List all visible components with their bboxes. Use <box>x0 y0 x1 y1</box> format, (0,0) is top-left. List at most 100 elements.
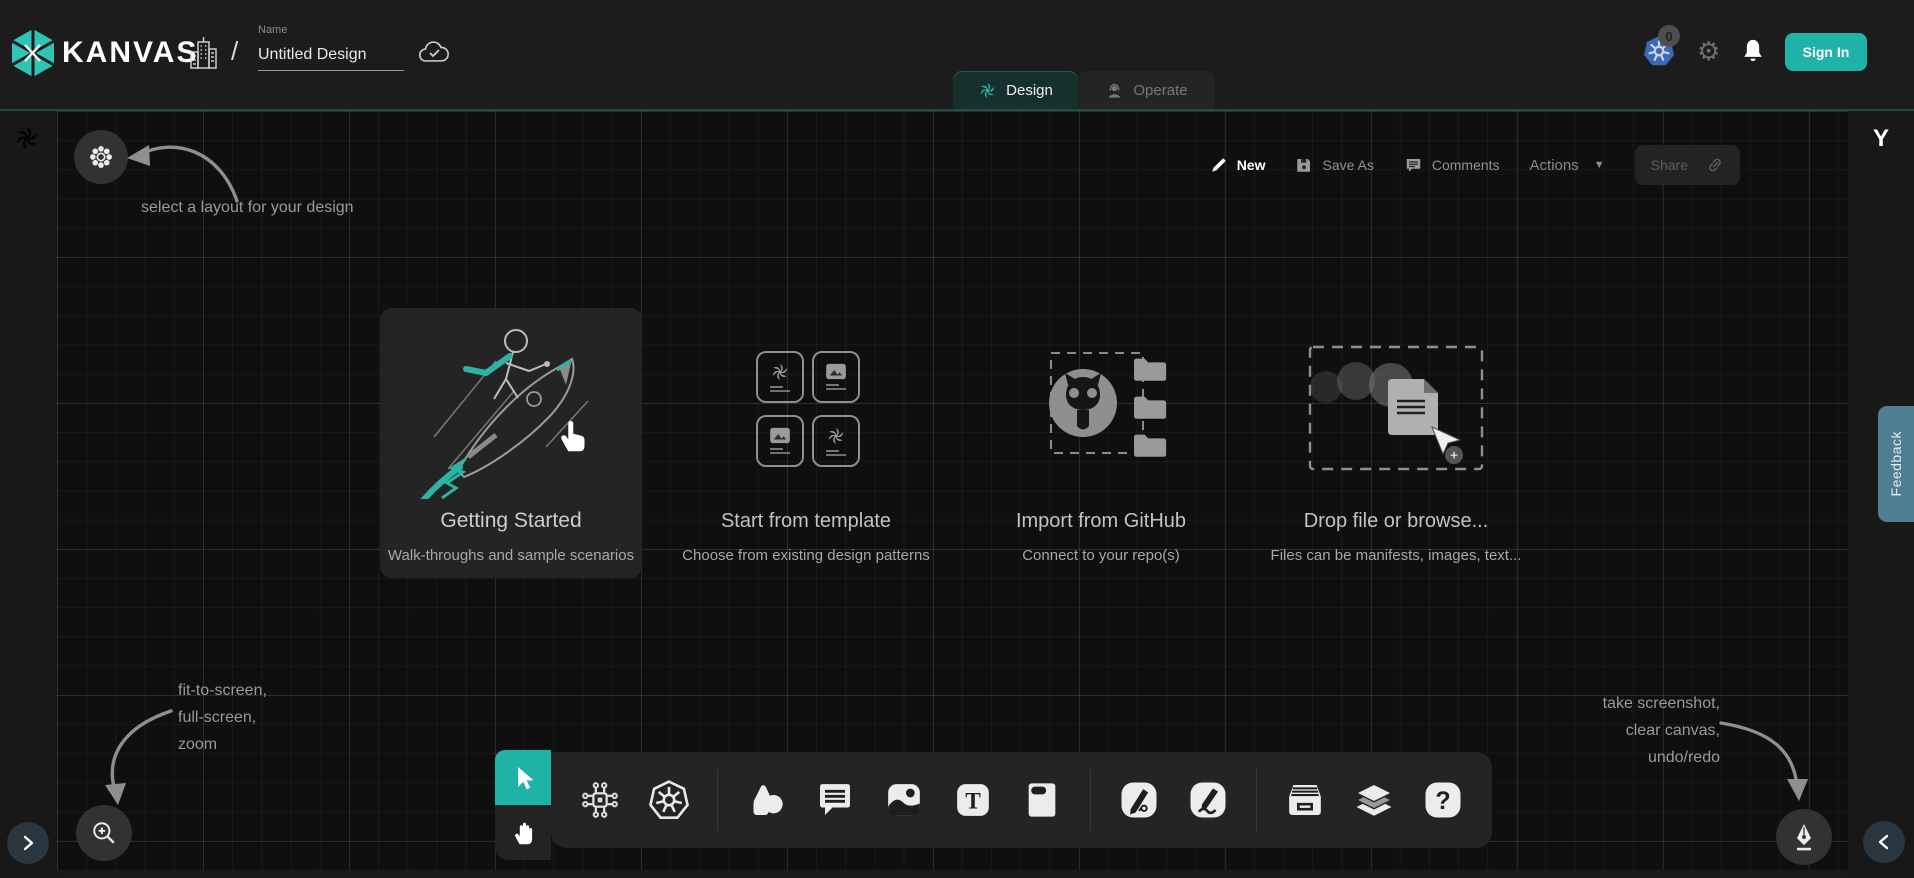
tab-design[interactable]: Design <box>953 71 1078 109</box>
magnifier-plus-icon <box>91 820 117 846</box>
pen-icon <box>1119 780 1159 820</box>
new-label: New <box>1237 157 1266 173</box>
image-icon <box>884 780 924 820</box>
pen-nib-icon <box>1791 823 1817 851</box>
pencil-tool[interactable] <box>1187 779 1229 821</box>
tool-palette: T <box>495 750 1492 860</box>
sign-in-button[interactable]: Sign In <box>1785 33 1867 71</box>
new-design-button[interactable]: New <box>1210 156 1266 174</box>
pen-annotate-button[interactable] <box>1776 809 1832 865</box>
svg-text:?: ? <box>1435 787 1450 815</box>
relationships-tool[interactable] <box>579 779 621 821</box>
kubernetes-wheel-icon <box>648 779 690 821</box>
pan-tool[interactable] <box>495 805 551 860</box>
card-subtitle: Connect to your repo(s) <box>1022 547 1180 564</box>
context-count-badge: 0 <box>1658 25 1680 47</box>
design-canvas[interactable]: select a layout for your design New Save… <box>57 111 1848 870</box>
layers-icon <box>1353 779 1395 821</box>
hand-pan-icon <box>511 820 535 846</box>
help-tool[interactable]: ? <box>1422 779 1464 821</box>
save-floppy-icon <box>1295 156 1313 174</box>
tab-operate[interactable]: Operate <box>1078 71 1215 109</box>
rocket-illustration <box>380 308 642 509</box>
svg-text:T: T <box>965 788 981 814</box>
feedback-label: Feedback <box>1888 431 1904 496</box>
bottom-right-hint-arrow <box>1715 709 1815 803</box>
comment-tool[interactable] <box>814 779 856 821</box>
canvas-actions-row: New Save As Comments Actions ▼ Share <box>1210 144 1740 186</box>
text-t-icon: T <box>953 780 993 820</box>
notifications-bell-icon[interactable] <box>1739 36 1767 66</box>
card-title: Drop file or browse... <box>1304 510 1489 533</box>
bottom-left-hint-text: fit-to-screen, full-screen, zoom <box>178 677 267 758</box>
layout-flower-icon <box>88 144 114 170</box>
pen-tool[interactable] <box>1118 779 1160 821</box>
card-title: Start from template <box>721 510 891 533</box>
toolbar-separator <box>1256 769 1257 831</box>
meshery-swirl-icon[interactable] <box>13 124 41 152</box>
question-mark-icon: ? <box>1423 780 1463 820</box>
left-sidebar <box>0 111 57 878</box>
bottom-left-hint-arrow <box>95 703 187 811</box>
actions-menu-label: Actions <box>1530 157 1579 174</box>
share-label: Share <box>1651 157 1688 173</box>
zoom-button[interactable] <box>76 805 132 861</box>
card-subtitle: Walk-throughs and sample scenarios <box>388 547 634 564</box>
layers-tool[interactable] <box>1353 779 1395 821</box>
image-tool[interactable] <box>883 779 925 821</box>
share-button[interactable]: Share <box>1635 145 1740 185</box>
kubernetes-context-button[interactable]: 0 <box>1642 33 1682 73</box>
node-graph-icon <box>580 780 620 820</box>
share-link-icon <box>1706 156 1724 174</box>
card-drop-file-browse[interactable]: + Drop file or browse... Files can be ma… <box>1265 308 1527 578</box>
card-subtitle: Files can be manifests, images, text... <box>1271 547 1522 564</box>
design-name-label: Name <box>258 24 287 36</box>
cursor-arrow-icon <box>511 765 535 791</box>
save-as-label: Save As <box>1322 157 1373 173</box>
workspace-building-icon[interactable] <box>188 36 218 72</box>
settings-gear-icon[interactable]: ⚙ <box>1697 38 1720 64</box>
note-icon <box>1022 780 1062 820</box>
design-swirl-icon <box>978 81 997 100</box>
kanvas-logo-icon[interactable] <box>10 28 56 78</box>
expand-left-panel-button[interactable] <box>7 822 49 864</box>
top-bar: KANVAS / Name Design Operate <box>0 0 1914 111</box>
hand-cursor-icon <box>557 416 587 454</box>
components-drawer-tool[interactable] <box>1284 779 1326 821</box>
shapes-tool[interactable] <box>745 779 787 821</box>
layout-hint-text: select a layout for your design <box>141 199 354 217</box>
card-getting-started[interactable]: Getting Started Walk-throughs and sample… <box>380 308 642 578</box>
card-start-from-template[interactable]: Start from template Choose from existing… <box>675 308 937 578</box>
notes-tool[interactable] <box>1021 779 1063 821</box>
card-import-from-github[interactable]: Import from GitHub Connect to your repo(… <box>970 308 1232 578</box>
comments-label: Comments <box>1432 157 1500 173</box>
comments-button[interactable]: Comments <box>1404 156 1500 174</box>
chevron-down-icon: ▼ <box>1594 159 1605 171</box>
bottom-right-hint-text: take screenshot, clear canvas, undo/redo <box>1537 690 1720 771</box>
card-subtitle: Choose from existing design patterns <box>682 547 930 564</box>
toolbar-separator <box>1090 769 1091 831</box>
svg-text:+: + <box>1450 448 1458 463</box>
drop-file-icon: + <box>1304 343 1489 475</box>
template-tiles-icon <box>756 351 856 467</box>
starter-cards-row: Getting Started Walk-throughs and sample… <box>380 308 1527 578</box>
yaml-panel-glyph[interactable]: Y <box>1848 125 1914 153</box>
github-import-icon <box>1021 347 1181 472</box>
cloud-sync-icon <box>418 40 450 66</box>
toolbar-separator <box>717 769 718 831</box>
design-name-input[interactable] <box>258 44 404 71</box>
operator-headset-icon <box>1105 81 1124 100</box>
select-tool[interactable] <box>495 750 551 805</box>
tab-design-label: Design <box>1006 82 1053 99</box>
comments-bubble-icon <box>1404 156 1423 174</box>
actions-menu-button[interactable]: Actions ▼ <box>1530 157 1605 174</box>
kubernetes-tool[interactable] <box>648 779 690 821</box>
card-title: Getting Started <box>440 509 581 533</box>
drawer-icon <box>1285 780 1325 820</box>
tab-operate-label: Operate <box>1133 82 1187 99</box>
brand-name: KANVAS <box>62 36 198 70</box>
save-as-button[interactable]: Save As <box>1295 156 1373 174</box>
collapse-right-panel-button[interactable] <box>1863 821 1905 863</box>
feedback-tab[interactable]: Feedback <box>1878 406 1914 522</box>
text-tool[interactable]: T <box>952 779 994 821</box>
